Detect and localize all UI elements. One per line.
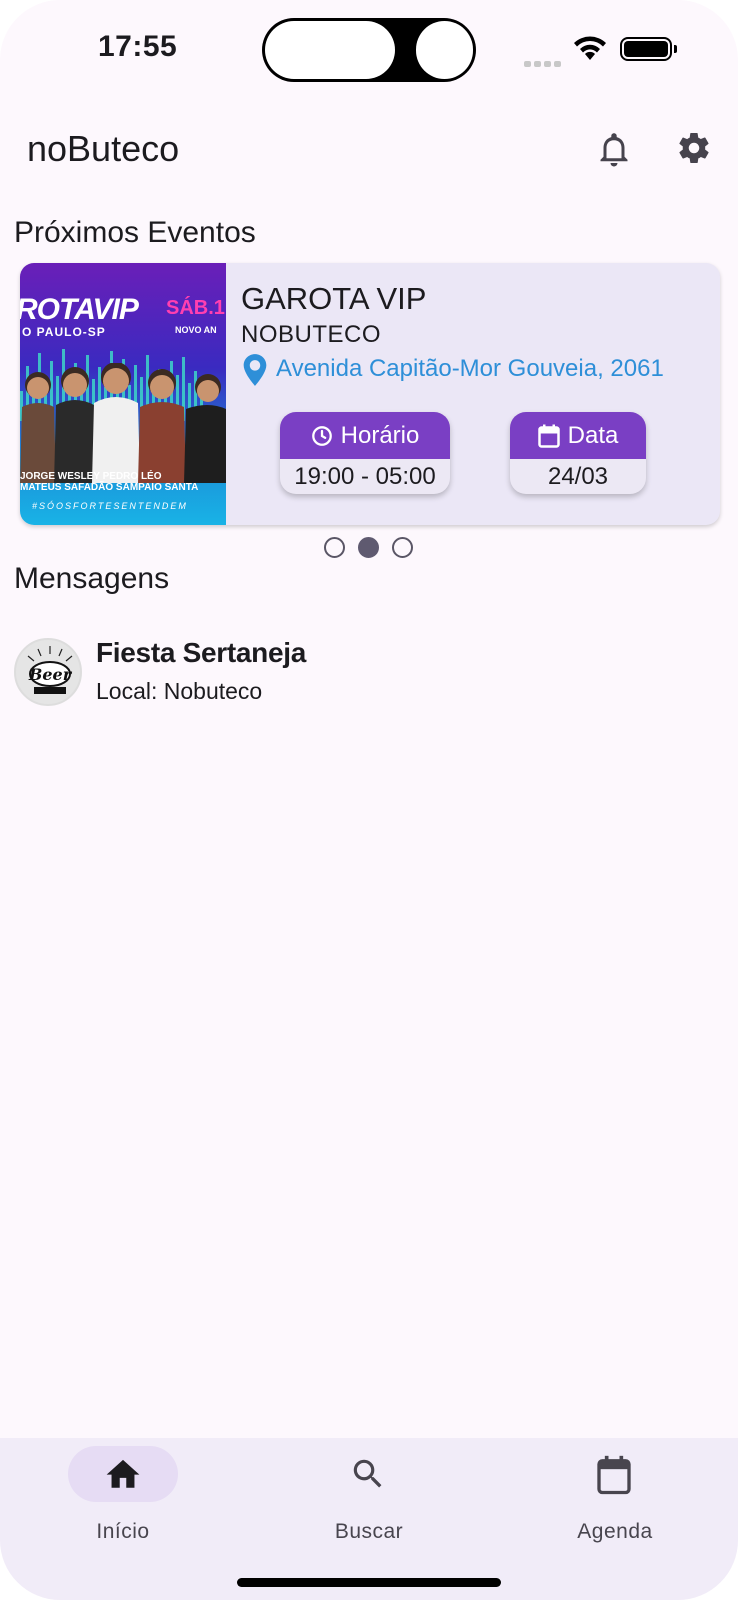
poster-subtitle: NOVO AN bbox=[175, 325, 217, 335]
bottom-navigation-bar: Início Buscar Agenda bbox=[0, 1438, 738, 1600]
nav-label-buscar: Buscar bbox=[334, 1520, 404, 1543]
battery-icon bbox=[620, 37, 677, 61]
calendar-icon bbox=[537, 424, 560, 448]
event-date-chip: Data 24/03 bbox=[510, 412, 646, 494]
poster-artist-names: JORGE WESLEY PEDRO LÉO MATEUS SAFADÃO SA… bbox=[20, 471, 199, 493]
nav-label-agenda: Agenda bbox=[577, 1520, 653, 1543]
avatar: Beer bbox=[14, 638, 82, 706]
poster-city: O PAULO-SP bbox=[22, 325, 106, 339]
nav-item-inicio[interactable]: Início bbox=[0, 1438, 246, 1558]
event-time-chip: Horário 19:00 - 05:00 bbox=[280, 412, 450, 494]
carousel-dot[interactable] bbox=[324, 537, 345, 558]
home-icon bbox=[103, 1455, 143, 1496]
calendar-icon bbox=[595, 1455, 633, 1500]
nav-label-inicio: Início bbox=[96, 1520, 150, 1543]
carousel-dot-active[interactable] bbox=[358, 537, 379, 558]
poster-hashtag: #SÓOSFORTESENTENDEM bbox=[32, 501, 188, 511]
date-label: Data bbox=[567, 421, 619, 449]
wifi-icon bbox=[572, 36, 608, 67]
messages-heading: Mensagens bbox=[14, 562, 170, 595]
dynamic-island bbox=[262, 18, 476, 82]
settings-gear-icon[interactable] bbox=[676, 130, 712, 171]
nav-item-buscar[interactable]: Buscar bbox=[246, 1438, 492, 1558]
search-icon bbox=[349, 1455, 387, 1498]
message-title: Fiesta Sertaneja bbox=[96, 637, 306, 668]
poster-title: ROTAVIP bbox=[20, 293, 139, 326]
event-venue: NOBUTECO bbox=[241, 321, 382, 348]
notifications-bell-icon[interactable] bbox=[596, 130, 632, 175]
date-value: 24/03 bbox=[547, 462, 609, 490]
clock-icon bbox=[311, 425, 332, 446]
upcoming-events-heading: Próximos Eventos bbox=[14, 216, 256, 249]
nav-item-agenda[interactable]: Agenda bbox=[492, 1438, 738, 1558]
event-address-link[interactable]: Avenida Capitão-Mor Gouveia, 2061 bbox=[276, 355, 664, 383]
poster-artists-photo bbox=[20, 363, 226, 483]
svg-text:Beer: Beer bbox=[28, 665, 73, 684]
cellular-signal-icon bbox=[524, 54, 564, 72]
app-title: noButeco bbox=[27, 128, 180, 169]
app-screen: 17:55 noButeco Próximos Eventos ROTAVIP … bbox=[0, 0, 738, 1600]
time-value: 19:00 - 05:00 bbox=[294, 462, 436, 490]
event-poster-image: ROTAVIP SÁB.1 O PAULO-SP NOVO AN JORGE W… bbox=[20, 263, 226, 525]
carousel-indicator bbox=[324, 537, 413, 558]
poster-day: SÁB.1 bbox=[166, 297, 225, 319]
time-label: Horário bbox=[340, 421, 420, 449]
status-time: 17:55 bbox=[98, 30, 178, 63]
location-pin-icon bbox=[241, 353, 269, 392]
event-card[interactable]: ROTAVIP SÁB.1 O PAULO-SP NOVO AN JORGE W… bbox=[20, 263, 720, 525]
message-subtitle: Local: Nobuteco bbox=[96, 678, 263, 704]
carousel-dot[interactable] bbox=[392, 537, 413, 558]
home-indicator[interactable] bbox=[237, 1578, 501, 1587]
event-name: GAROTA VIP bbox=[241, 281, 427, 316]
